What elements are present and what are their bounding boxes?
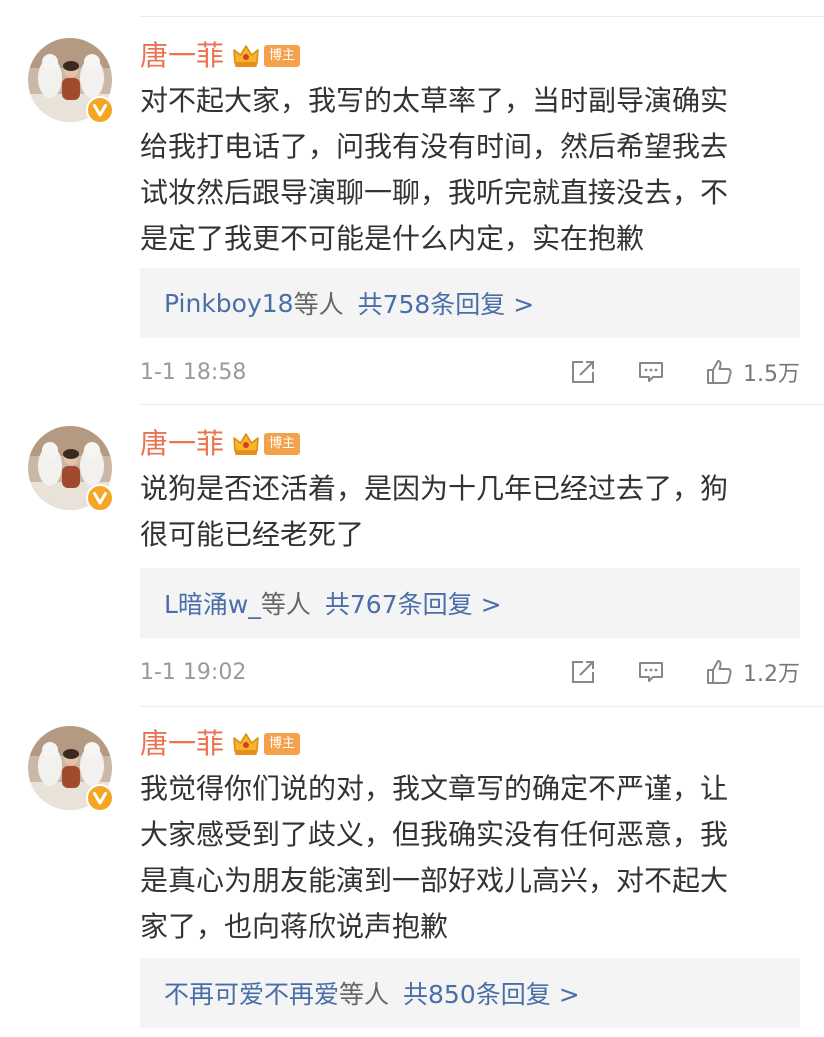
timestamp: 1-1 19:02 <box>140 659 247 685</box>
comment-icon[interactable] <box>637 358 665 386</box>
reply-users[interactable]: 不再可爱不再爱 <box>164 975 339 1011</box>
comment-text: 对不起大家，我写的太草率了，当时副导演确实 给我打电话了，问我有没有时间，然后希… <box>140 84 729 255</box>
comment-divider <box>140 706 824 707</box>
top-divider <box>140 16 824 17</box>
comment-meta: 1-1 18:58 1.5万 <box>140 352 800 392</box>
like-count: 1.2万 <box>743 662 800 687</box>
reply-users-suffix: 等人 <box>293 290 344 319</box>
reply-count[interactable]: 共758条回复 > <box>358 285 535 321</box>
verified-v-icon <box>86 784 114 812</box>
comment-item: 唐一菲 博主 我觉得你们说的对，我文章写的确定不严谨，让 大家感受到了歧义，但我… <box>0 726 824 1037</box>
comment-text: 我觉得你们说的对，我文章写的确定不严谨，让 大家感受到了歧义，但我确实没有任何恶… <box>140 772 729 943</box>
verified-v-icon <box>86 484 114 512</box>
comment-item: 唐一菲 博主 说狗是否还活着，是因为十几年已经过去了，狗 很可能已经老死了 L暗… <box>0 426 824 706</box>
reply-count[interactable]: 共850条回复 > <box>403 975 580 1011</box>
crown-icon <box>232 43 260 69</box>
author-row: 唐一菲 博主 <box>140 722 301 766</box>
action-bar: 1.5万 <box>569 356 800 388</box>
comment-divider <box>140 404 824 405</box>
thumbs-up-icon[interactable] <box>705 658 733 686</box>
reply-users-suffix: 等人 <box>339 980 390 1009</box>
replies-link[interactable]: Pinkboy18 等人 共758条回复 > <box>140 268 800 338</box>
author-badge: 博主 <box>264 733 301 755</box>
timestamp: 1-1 18:58 <box>140 359 247 385</box>
replies-link[interactable]: L暗涌w_ 等人 共767条回复 > <box>140 568 800 638</box>
author-name[interactable]: 唐一菲 <box>140 34 224 78</box>
comment-icon[interactable] <box>637 658 665 686</box>
author-row: 唐一菲 博主 <box>140 422 301 466</box>
verified-v-icon <box>86 96 114 124</box>
crown-icon <box>232 431 260 457</box>
reply-users-suffix: 等人 <box>260 590 311 619</box>
reply-users[interactable]: L暗涌w_ <box>164 585 261 621</box>
author-name[interactable]: 唐一菲 <box>140 422 224 466</box>
action-bar: 1.2万 <box>569 656 800 688</box>
replies-link[interactable]: 不再可爱不再爱 等人 共850条回复 > <box>140 958 800 1028</box>
comment-item: 唐一菲 博主 对不起大家，我写的太草率了，当时副导演确实 给我打电话了，问我有没… <box>0 38 824 408</box>
reply-count[interactable]: 共767条回复 > <box>325 585 502 621</box>
author-badge: 博主 <box>264 433 301 455</box>
like-count: 1.5万 <box>743 362 800 387</box>
forward-icon[interactable] <box>569 358 597 386</box>
author-badge: 博主 <box>264 45 301 67</box>
forward-icon[interactable] <box>569 658 597 686</box>
author-row: 唐一菲 博主 <box>140 34 301 78</box>
thumbs-up-icon[interactable] <box>705 358 733 386</box>
reply-users[interactable]: Pinkboy18 <box>164 289 294 318</box>
crown-icon <box>232 731 260 757</box>
comment-text: 说狗是否还活着，是因为十几年已经过去了，狗 很可能已经老死了 <box>140 472 729 551</box>
author-name[interactable]: 唐一菲 <box>140 722 224 766</box>
comment-meta: 1-1 19:02 1.2万 <box>140 652 800 692</box>
